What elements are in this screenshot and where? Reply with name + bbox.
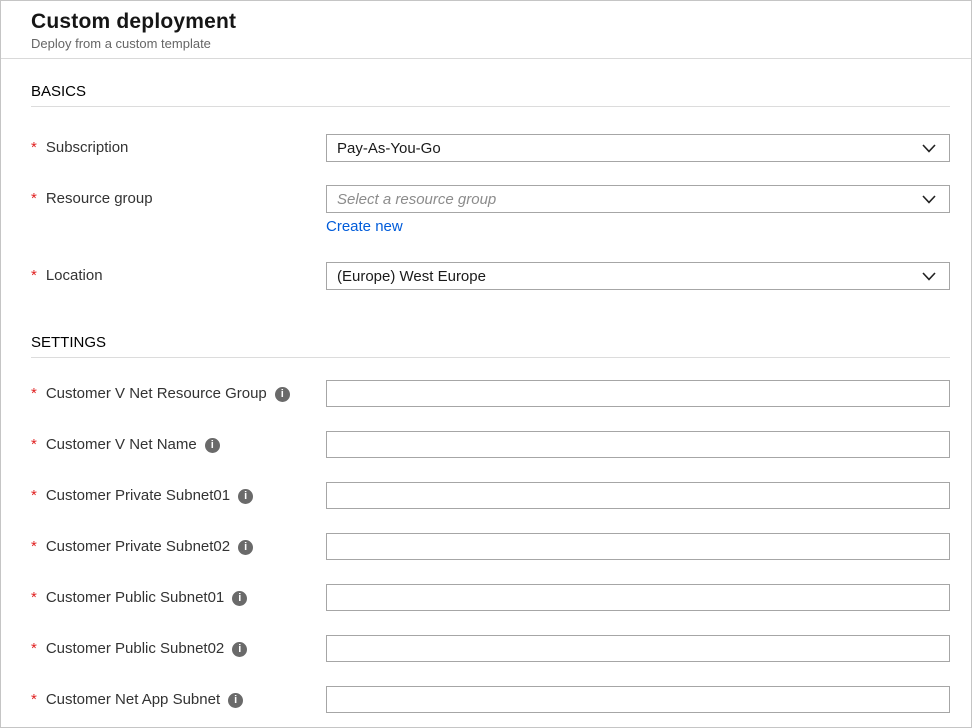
field-label-text: Subscription: [46, 134, 129, 162]
field-row-customer-net-app-subnet: * Customer Net App Subnet i: [31, 686, 950, 714]
info-icon[interactable]: i: [232, 591, 247, 606]
dropdown-placeholder-value: Select a resource group: [337, 191, 496, 208]
section-divider: [31, 106, 950, 107]
customer-private-subnet01-input[interactable]: [326, 482, 950, 509]
required-asterisk: *: [31, 185, 37, 213]
required-asterisk: *: [31, 134, 37, 162]
field-row-customer-vnet-resource-group: * Customer V Net Resource Group i: [31, 380, 950, 408]
field-label-text: Customer Net App Subnet: [46, 686, 220, 714]
field-row-customer-public-subnet01: * Customer Public Subnet01 i: [31, 584, 950, 612]
dropdown-selected-value: Pay-As-You-Go: [337, 140, 441, 157]
field-label-text: Customer Public Subnet02: [46, 635, 224, 663]
field-label-text: Customer Private Subnet01: [46, 482, 230, 510]
customer-public-subnet01-input[interactable]: [326, 584, 950, 611]
field-row-resource-group: * Resource group Select a resource group…: [31, 185, 950, 236]
field-label-customer-public-subnet02: * Customer Public Subnet02 i: [31, 635, 326, 663]
page-subtitle: Deploy from a custom template: [31, 36, 941, 51]
field-row-customer-private-subnet02: * Customer Private Subnet02 i: [31, 533, 950, 561]
blade-content: BASICS * Subscription Pay-As-You-Go: [1, 83, 971, 714]
field-label-customer-public-subnet01: * Customer Public Subnet01 i: [31, 584, 326, 612]
subscription-dropdown[interactable]: Pay-As-You-Go: [326, 134, 950, 162]
info-icon[interactable]: i: [232, 642, 247, 657]
dropdown-selected-value: (Europe) West Europe: [337, 268, 486, 285]
required-asterisk: *: [31, 482, 37, 510]
section-title-settings: SETTINGS: [31, 334, 950, 351]
field-label-text: Customer V Net Name: [46, 431, 197, 459]
customer-vnet-resource-group-input[interactable]: [326, 380, 950, 407]
resource-group-dropdown[interactable]: Select a resource group: [326, 185, 950, 213]
field-label-resource-group: * Resource group: [31, 185, 326, 213]
customer-vnet-name-input[interactable]: [326, 431, 950, 458]
section-divider: [31, 357, 950, 358]
customer-public-subnet02-input[interactable]: [326, 635, 950, 662]
chevron-down-icon: [922, 195, 936, 204]
field-label-customer-net-app-subnet: * Customer Net App Subnet i: [31, 686, 326, 714]
customer-private-subnet02-input[interactable]: [326, 533, 950, 560]
field-label-text: Location: [46, 262, 103, 290]
required-asterisk: *: [31, 380, 37, 408]
section-title-basics: BASICS: [31, 83, 950, 100]
blade-header: Custom deployment Deploy from a custom t…: [1, 1, 971, 59]
field-row-customer-vnet-name: * Customer V Net Name i: [31, 431, 950, 459]
field-label-text: Resource group: [46, 185, 153, 213]
page-title: Custom deployment: [31, 10, 941, 34]
field-label-subscription: * Subscription: [31, 134, 326, 162]
field-label-text: Customer Private Subnet02: [46, 533, 230, 561]
location-dropdown[interactable]: (Europe) West Europe: [326, 262, 950, 290]
field-label-customer-private-subnet02: * Customer Private Subnet02 i: [31, 533, 326, 561]
field-label-customer-vnet-resource-group: * Customer V Net Resource Group i: [31, 380, 326, 408]
info-icon[interactable]: i: [238, 489, 253, 504]
section-settings: SETTINGS * Customer V Net Resource Group…: [31, 334, 950, 714]
field-row-customer-public-subnet02: * Customer Public Subnet02 i: [31, 635, 950, 663]
info-icon[interactable]: i: [228, 693, 243, 708]
chevron-down-icon: [922, 272, 936, 281]
field-label-text: Customer Public Subnet01: [46, 584, 224, 612]
info-icon[interactable]: i: [205, 438, 220, 453]
info-icon[interactable]: i: [275, 387, 290, 402]
section-basics: BASICS * Subscription Pay-As-You-Go: [31, 83, 950, 290]
field-row-subscription: * Subscription Pay-As-You-Go: [31, 134, 950, 162]
create-new-link[interactable]: Create new: [326, 218, 403, 235]
required-asterisk: *: [31, 431, 37, 459]
field-label-customer-private-subnet01: * Customer Private Subnet01 i: [31, 482, 326, 510]
field-label-customer-vnet-name: * Customer V Net Name i: [31, 431, 326, 459]
info-icon[interactable]: i: [238, 540, 253, 555]
field-label-location: * Location: [31, 262, 326, 290]
required-asterisk: *: [31, 584, 37, 612]
chevron-down-icon: [922, 144, 936, 153]
required-asterisk: *: [31, 635, 37, 663]
field-label-text: Customer V Net Resource Group: [46, 380, 267, 408]
required-asterisk: *: [31, 262, 37, 290]
custom-deployment-blade: Custom deployment Deploy from a custom t…: [0, 0, 972, 728]
required-asterisk: *: [31, 533, 37, 561]
customer-net-app-subnet-input[interactable]: [326, 686, 950, 713]
required-asterisk: *: [31, 686, 37, 714]
field-row-location: * Location (Europe) West Europe: [31, 262, 950, 290]
field-row-customer-private-subnet01: * Customer Private Subnet01 i: [31, 482, 950, 510]
